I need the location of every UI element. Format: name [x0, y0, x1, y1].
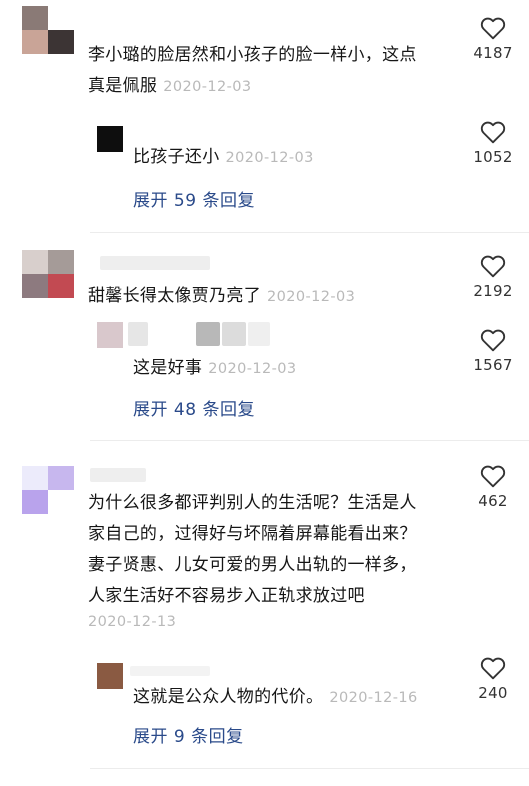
comment-date: 2020-12-13: [88, 614, 177, 630]
heart-outline-icon: [480, 657, 506, 680]
username-blurred: [130, 666, 210, 676]
expand-replies-link[interactable]: 展开 9 条回复: [133, 722, 244, 747]
like-button[interactable]: 462: [467, 464, 519, 510]
username-blurred: [90, 468, 146, 482]
username-blurred: [196, 322, 220, 346]
like-count: 240: [478, 684, 508, 702]
like-count: 462: [478, 492, 508, 510]
heart-outline-icon: [480, 121, 506, 144]
like-count: 1567: [473, 356, 513, 374]
reply-date: 2020-12-16: [329, 690, 418, 706]
reply-avatar[interactable]: [97, 322, 123, 348]
reply-text: 这就是公众人物的代价。 2020-12-16: [133, 687, 418, 707]
expand-replies-link[interactable]: 展开 48 条回复: [133, 395, 255, 420]
divider: [90, 440, 529, 441]
like-count: 2192: [473, 282, 513, 300]
heart-outline-icon: [480, 465, 506, 488]
comment-date: 2020-12-03: [163, 79, 252, 95]
like-button[interactable]: 4187: [467, 16, 519, 62]
divider: [90, 232, 529, 233]
like-count: 1052: [473, 148, 513, 166]
avatar[interactable]: [22, 250, 74, 298]
comment-text: 为什么很多都评判别人的生活呢？生活是人 家自己的，过得好与坏隔着屏幕能看出来？ …: [88, 493, 417, 606]
like-button[interactable]: 1567: [467, 328, 519, 374]
expand-replies-link[interactable]: 展开 59 条回复: [133, 186, 255, 211]
heart-outline-icon: [480, 17, 506, 40]
comment-date: 2020-12-03: [267, 289, 356, 305]
reply-avatar[interactable]: [97, 663, 123, 689]
username-blurred: [248, 322, 270, 346]
username-blurred: [100, 256, 210, 270]
divider: [90, 768, 529, 769]
reply-avatar[interactable]: [97, 126, 123, 152]
username-blurred: [128, 322, 148, 346]
avatar[interactable]: [22, 466, 74, 514]
like-count: 4187: [473, 44, 513, 62]
like-button[interactable]: 2192: [467, 254, 519, 300]
username-blurred: [222, 322, 246, 346]
heart-outline-icon: [480, 329, 506, 352]
like-button[interactable]: 240: [467, 656, 519, 702]
heart-outline-icon: [480, 255, 506, 278]
like-button[interactable]: 1052: [467, 120, 519, 166]
reply-date: 2020-12-03: [225, 150, 314, 166]
avatar[interactable]: [22, 6, 74, 54]
comment-text: 甜馨长得太像贾乃亮了 2020-12-03: [88, 286, 356, 306]
reply-date: 2020-12-03: [208, 361, 297, 377]
reply-text: 这是好事 2020-12-03: [133, 358, 297, 378]
reply-text: 比孩子还小 2020-12-03: [133, 147, 314, 167]
comment-text: 李小璐的脸居然和小孩子的脸一样小，这点 真是佩服 2020-12-03: [88, 45, 417, 96]
